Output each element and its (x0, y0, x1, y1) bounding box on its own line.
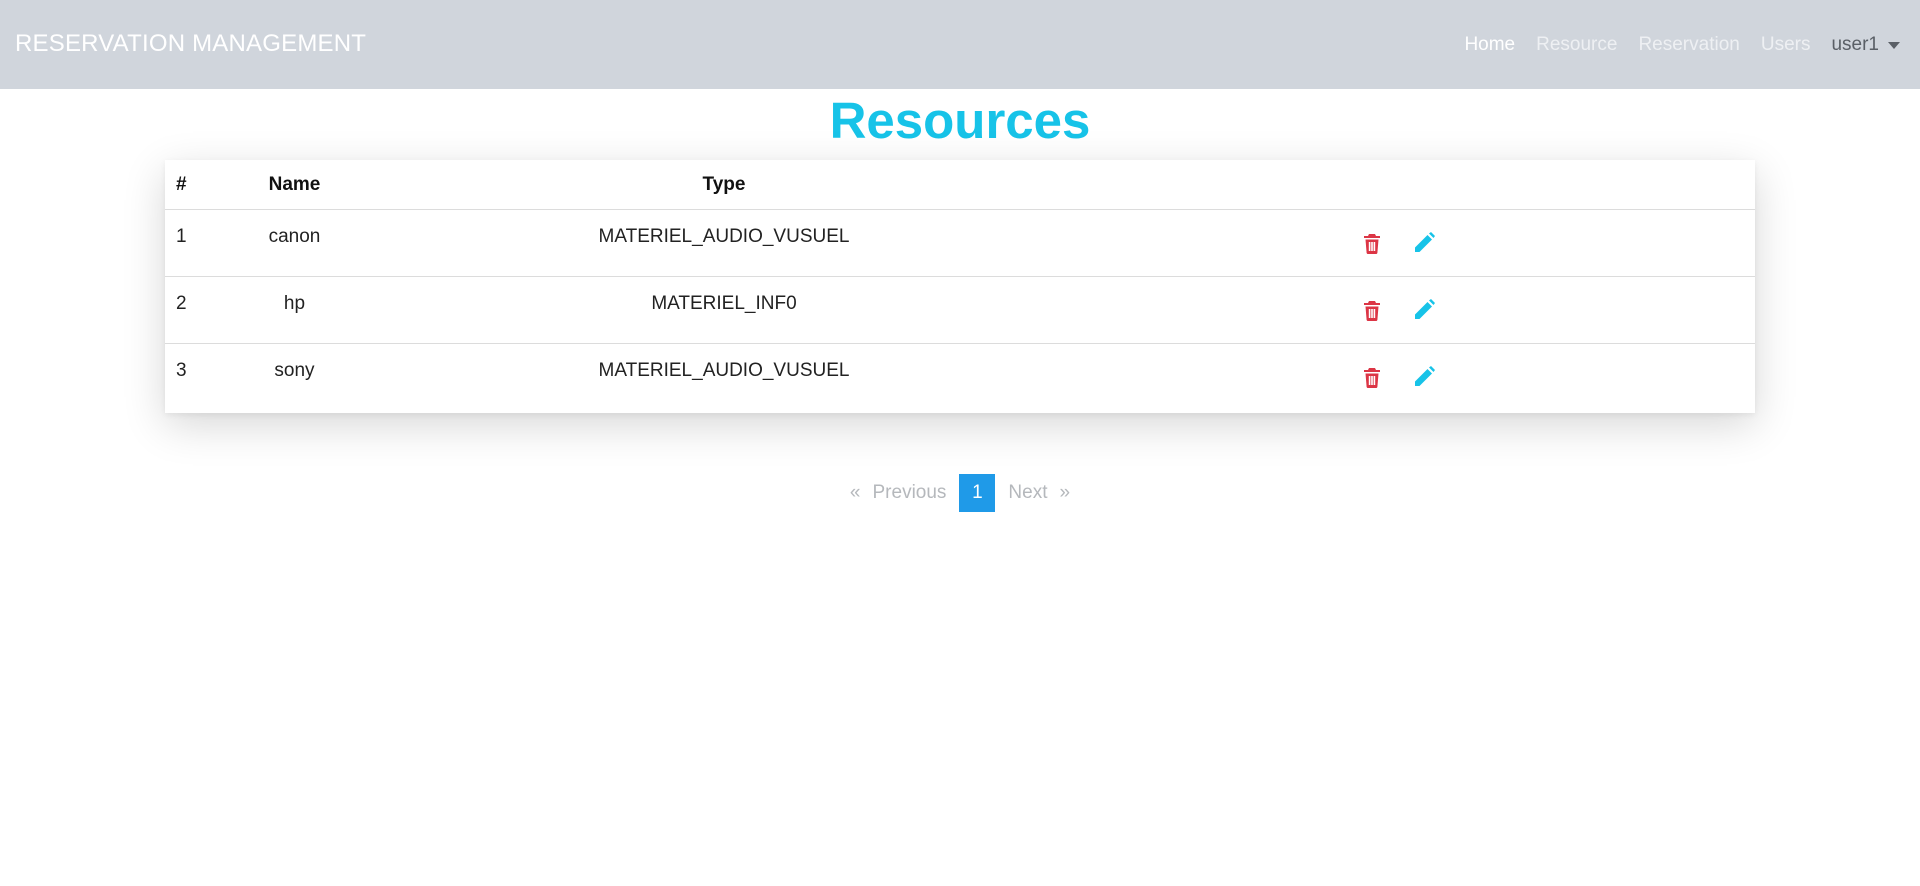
pagination-last[interactable]: » (1054, 474, 1077, 512)
cell-name: canon (269, 209, 411, 277)
cell-type: MATERIEL_AUDIO_VUSUEL (411, 209, 1037, 277)
user-menu-dropdown[interactable]: user1 (1831, 31, 1900, 59)
pagination-next[interactable]: Next (1002, 474, 1053, 512)
cell-actions (1037, 209, 1755, 277)
user-name: user1 (1831, 34, 1879, 55)
pagination-page-1[interactable]: 1 (959, 474, 996, 512)
nav-link-resource[interactable]: Resource (1536, 31, 1617, 59)
trash-icon[interactable] (1360, 298, 1384, 322)
row-actions (1360, 298, 1755, 322)
cell-actions (1037, 344, 1755, 411)
cell-name-label: canon (268, 226, 321, 247)
cell-type: MATERIEL_AUDIO_VUSUEL (598, 360, 850, 381)
column-header-name-label: Name (268, 173, 321, 195)
column-header-type: Type (411, 160, 1037, 210)
pagination-first[interactable]: « (844, 474, 867, 512)
cell-name-label: hp (283, 293, 306, 314)
caret-down-icon (1888, 41, 1900, 49)
nav-link-users[interactable]: Users (1761, 31, 1811, 59)
pencil-icon[interactable] (1412, 231, 1436, 255)
pagination-previous[interactable]: Previous (867, 474, 953, 512)
nav-link-reservation[interactable]: Reservation (1638, 31, 1739, 59)
table-row: 1 canon MATERIEL_AUDIO_VUSUEL (165, 209, 1755, 277)
cell-name: hp (284, 276, 411, 344)
brand-title[interactable]: RESERVATION MANAGEMENT (15, 29, 366, 59)
row-actions (1360, 365, 1755, 389)
cell-type: MATERIEL_INF0 (411, 276, 1037, 344)
table-row: 3 sony MATERIEL_AUDIO_VUSUEL (165, 344, 1755, 411)
row-actions (1360, 231, 1755, 255)
nav-links: Home Resource Reservation Users user1 (1443, 31, 1900, 59)
trash-icon[interactable] (1360, 365, 1384, 389)
resources-table: # Name Type 1 canon MATERIEL_AUDIO_VUSUE… (165, 160, 1755, 411)
pagination: « Previous 1 Next » (0, 474, 1920, 512)
page-title: Resources (829, 92, 1091, 149)
trash-icon[interactable] (1360, 231, 1384, 255)
cell-actions (1037, 276, 1755, 344)
table-header-row: # Name Type (165, 160, 1755, 210)
pencil-icon[interactable] (1412, 298, 1436, 322)
pencil-icon[interactable] (1412, 365, 1436, 389)
nav-link-home[interactable]: Home (1464, 31, 1515, 59)
cell-name: sony (274, 344, 411, 411)
navbar: RESERVATION MANAGEMENT Home Resource Res… (0, 0, 1920, 89)
table-row: 2 hp MATERIEL_INF0 (165, 276, 1755, 344)
column-header-name: Name (269, 160, 411, 210)
resources-table-card: # Name Type 1 canon MATERIEL_AUDIO_VUSUE… (165, 160, 1755, 413)
column-header-actions (1037, 160, 1755, 210)
cell-name-label: sony (274, 360, 315, 381)
